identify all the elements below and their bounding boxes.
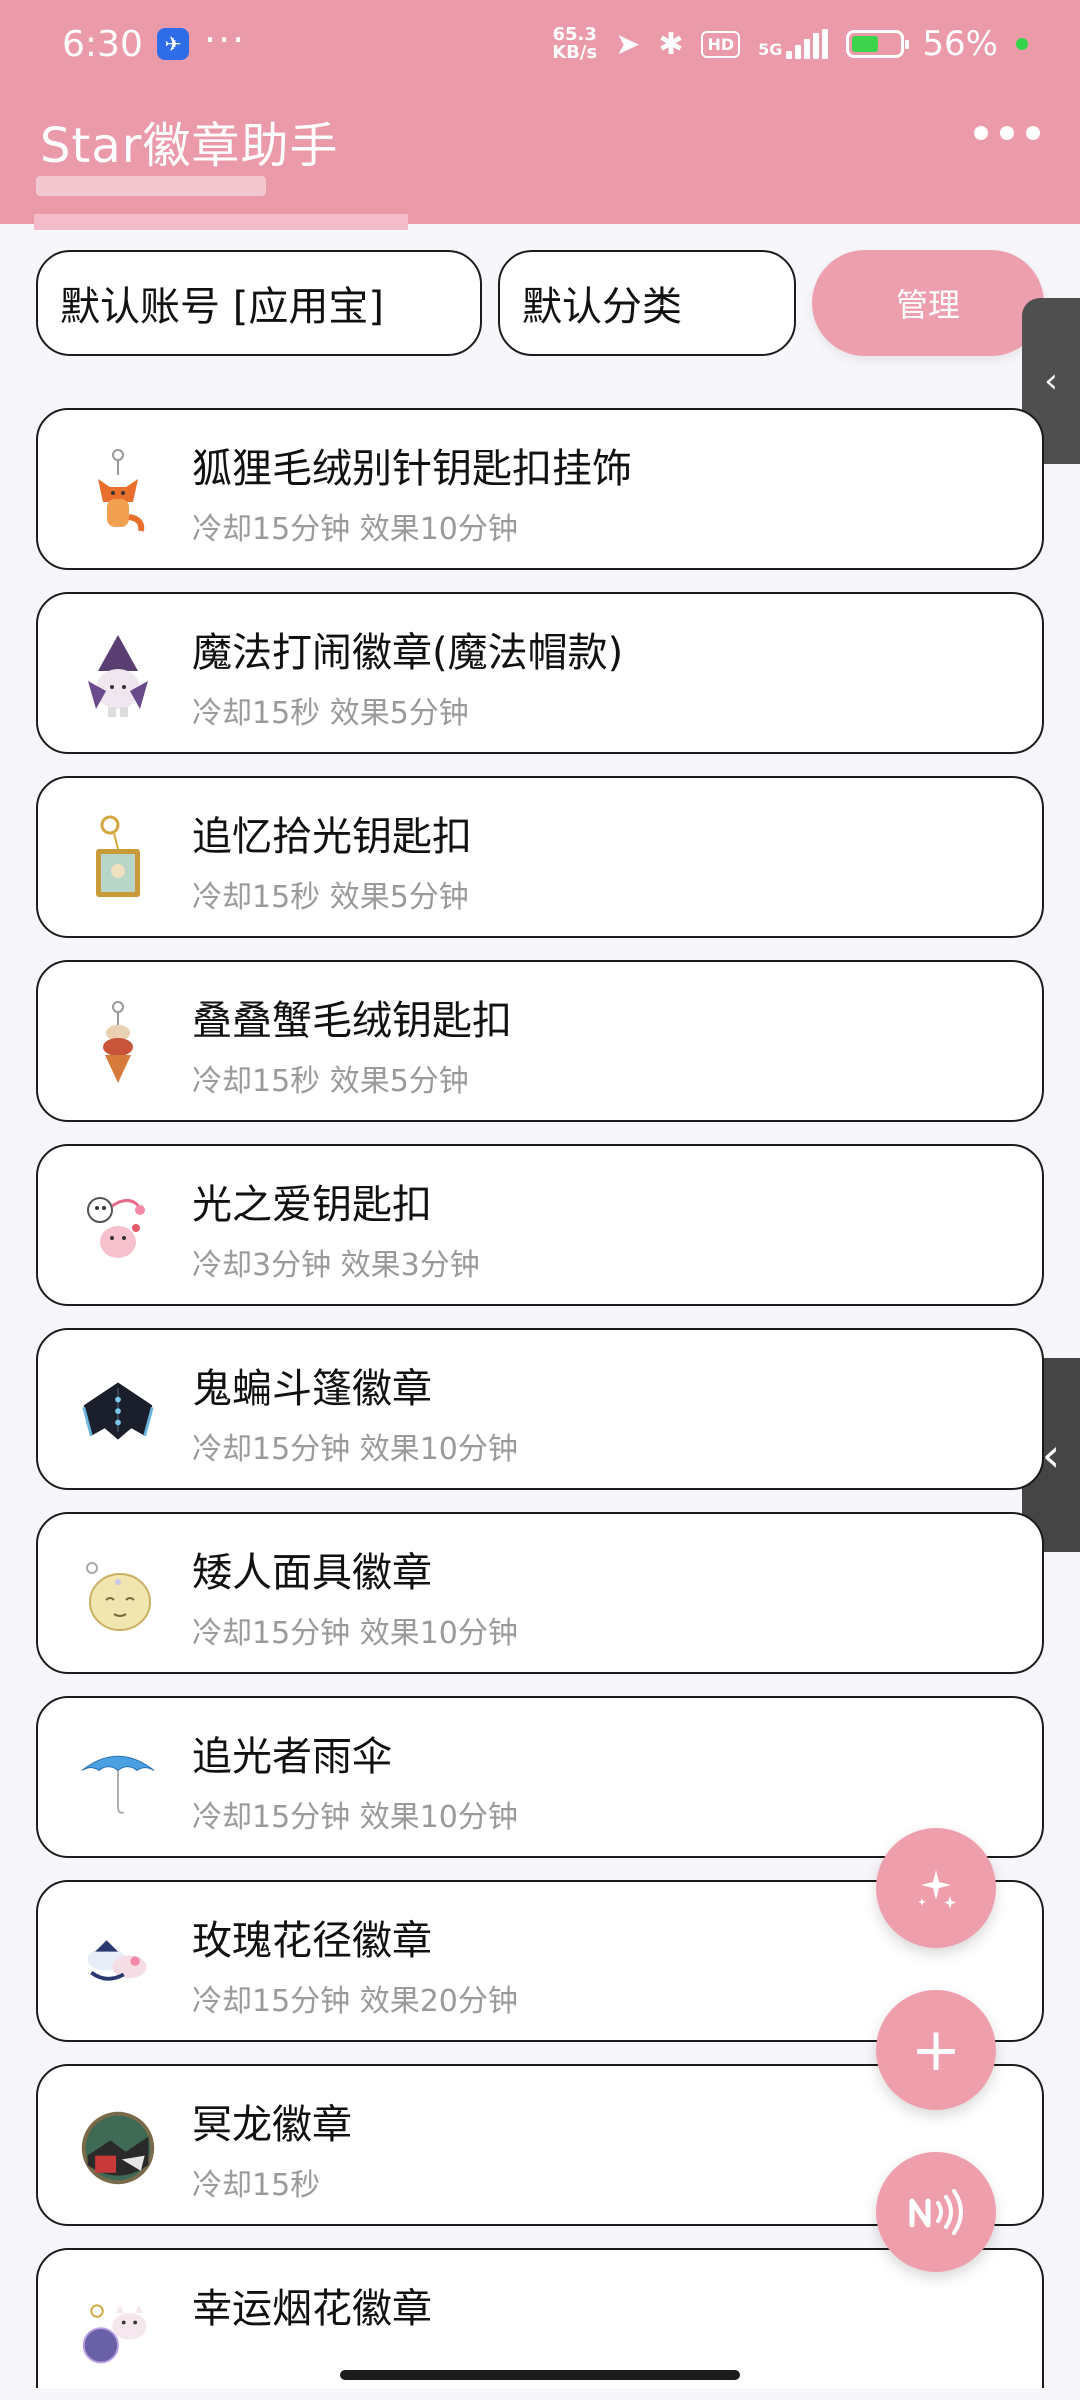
badge-card[interactable]: 光之爱钥匙扣 冷却3分钟 效果3分钟	[36, 1144, 1044, 1306]
network-type: 5G	[758, 40, 783, 59]
badge-cooldown-effect: 冷却15分钟 效果10分钟	[192, 1432, 518, 1467]
badge-cooldown-effect: 冷却15秒 效果5分钟	[192, 696, 469, 731]
battery-percent: 56%	[922, 24, 998, 64]
badge-name: 光之爱钥匙扣	[192, 1182, 432, 1228]
badge-card[interactable]: 矮人面具徽章 冷却15分钟 效果10分钟	[36, 1512, 1044, 1674]
add-button[interactable]: +	[876, 1990, 996, 2110]
badge-cooldown-effect: 冷却15秒 效果5分钟	[192, 880, 469, 915]
badge-card[interactable]: 追光者雨伞 冷却15分钟 效果10分钟	[36, 1696, 1044, 1858]
badge-card[interactable]: 幸运烟花徽章	[36, 2248, 1044, 2388]
hd-icon: HD	[701, 30, 741, 58]
bluetooth-icon: ✱	[658, 26, 684, 62]
chevron-left-icon: ‹	[1044, 361, 1058, 401]
badge-card[interactable]: 叠叠蟹毛绒钥匙扣 冷却15秒 效果5分钟	[36, 960, 1044, 1122]
cell-signal: 5G	[758, 29, 829, 59]
category-selector-label: 默认分类	[522, 284, 682, 330]
dark-dragon-badge-icon	[78, 2102, 158, 2194]
badge-cooldown-effect: 冷却15秒 效果5分钟	[192, 1064, 469, 1099]
header-accent-bar	[34, 214, 408, 230]
status-time: 6:30	[62, 24, 143, 65]
signal-bars-icon	[786, 29, 829, 59]
nfc-button[interactable]	[876, 2152, 996, 2272]
chevron-left-icon: ‹	[1041, 1428, 1061, 1482]
app-notification-icon: ✈	[157, 28, 189, 60]
nfc-icon	[909, 2189, 963, 2235]
fox-plush-keychain-icon	[78, 446, 158, 538]
blurred-subtitle	[36, 176, 266, 196]
dwarf-mask-badge-icon	[78, 1550, 158, 1642]
home-indicator[interactable]	[340, 2370, 740, 2380]
app-title: Star徽章助手	[40, 118, 339, 174]
plus-icon: +	[910, 2015, 962, 2085]
badge-cooldown-effect: 冷却3分钟 效果3分钟	[192, 1248, 480, 1283]
network-speed-unit: KB/s	[552, 42, 598, 63]
badge-card[interactable]: 追忆拾光钥匙扣 冷却15秒 效果5分钟	[36, 776, 1044, 938]
badge-card[interactable]: 魔法打闹徽章(魔法帽款) 冷却15秒 效果5分钟	[36, 592, 1044, 754]
account-selector[interactable]: 默认账号 [应用宝]	[36, 250, 482, 356]
status-indicators: 65.3 KB/s ➤ ✱ HD 5G 56%	[552, 24, 1028, 64]
badge-cooldown-effect: 冷却15秒	[192, 2168, 321, 2203]
badge-card[interactable]: 狐狸毛绒别针钥匙扣挂饰 冷却15分钟 效果10分钟	[36, 408, 1044, 570]
auto-sparkle-button[interactable]	[876, 1828, 996, 1948]
network-speed: 65.3 KB/s	[552, 26, 597, 62]
status-bar: 6:30 ✈ ··· 65.3 KB/s ➤ ✱ HD 5G 56%	[0, 0, 1080, 90]
badge-cooldown-effect: 冷却15分钟 效果20分钟	[192, 1984, 518, 2019]
magic-hat-badge-icon	[78, 630, 158, 722]
location-arrow-icon: ➤	[615, 26, 641, 62]
charging-dot-icon	[1016, 38, 1028, 50]
sparkle-icon	[918, 1870, 956, 1909]
rose-path-badge-icon	[78, 1918, 158, 2010]
light-of-love-keychain-icon	[78, 1182, 158, 1274]
ghost-bat-cape-badge-icon	[78, 1366, 158, 1458]
badge-cooldown-effect: 冷却15分钟 效果10分钟	[192, 512, 518, 547]
badge-name: 鬼蝙斗篷徽章	[192, 1366, 432, 1412]
badge-name: 幸运烟花徽章	[192, 2286, 432, 2332]
badge-name: 狐狸毛绒别针钥匙扣挂饰	[192, 446, 632, 492]
badge-name: 魔法打闹徽章(魔法帽款)	[192, 630, 624, 676]
badge-card[interactable]: 鬼蝙斗篷徽章 冷却15分钟 效果10分钟	[36, 1328, 1044, 1490]
status-more-icon: ···	[204, 18, 247, 62]
badge-name: 叠叠蟹毛绒钥匙扣	[192, 998, 512, 1044]
badge-name: 追忆拾光钥匙扣	[192, 814, 472, 860]
badge-cooldown-effect: 冷却15分钟 效果10分钟	[192, 1800, 518, 1835]
app-header: 6:30 ✈ ··· 65.3 KB/s ➤ ✱ HD 5G 56% Star徽…	[0, 0, 1080, 230]
badge-name: 玫瑰花径徽章	[192, 1918, 432, 1964]
category-selector[interactable]: 默认分类	[498, 250, 796, 356]
manage-button[interactable]: 管理	[812, 250, 1044, 356]
more-horizontal-icon[interactable]	[974, 126, 1040, 140]
badge-name: 矮人面具徽章	[192, 1550, 432, 1596]
badge-name: 冥龙徽章	[192, 2102, 352, 2148]
umbrella-icon	[78, 1734, 158, 1826]
memory-frame-keychain-icon	[78, 814, 158, 906]
badge-name: 追光者雨伞	[192, 1734, 392, 1780]
lucky-firework-badge-icon	[78, 2286, 158, 2378]
account-selector-label: 默认账号 [应用宝]	[60, 284, 384, 330]
badge-cooldown-effect: 冷却15分钟 效果10分钟	[192, 1616, 518, 1651]
battery-level	[852, 36, 879, 52]
battery-icon	[846, 30, 910, 58]
stacked-crab-plush-icon	[78, 998, 158, 1090]
